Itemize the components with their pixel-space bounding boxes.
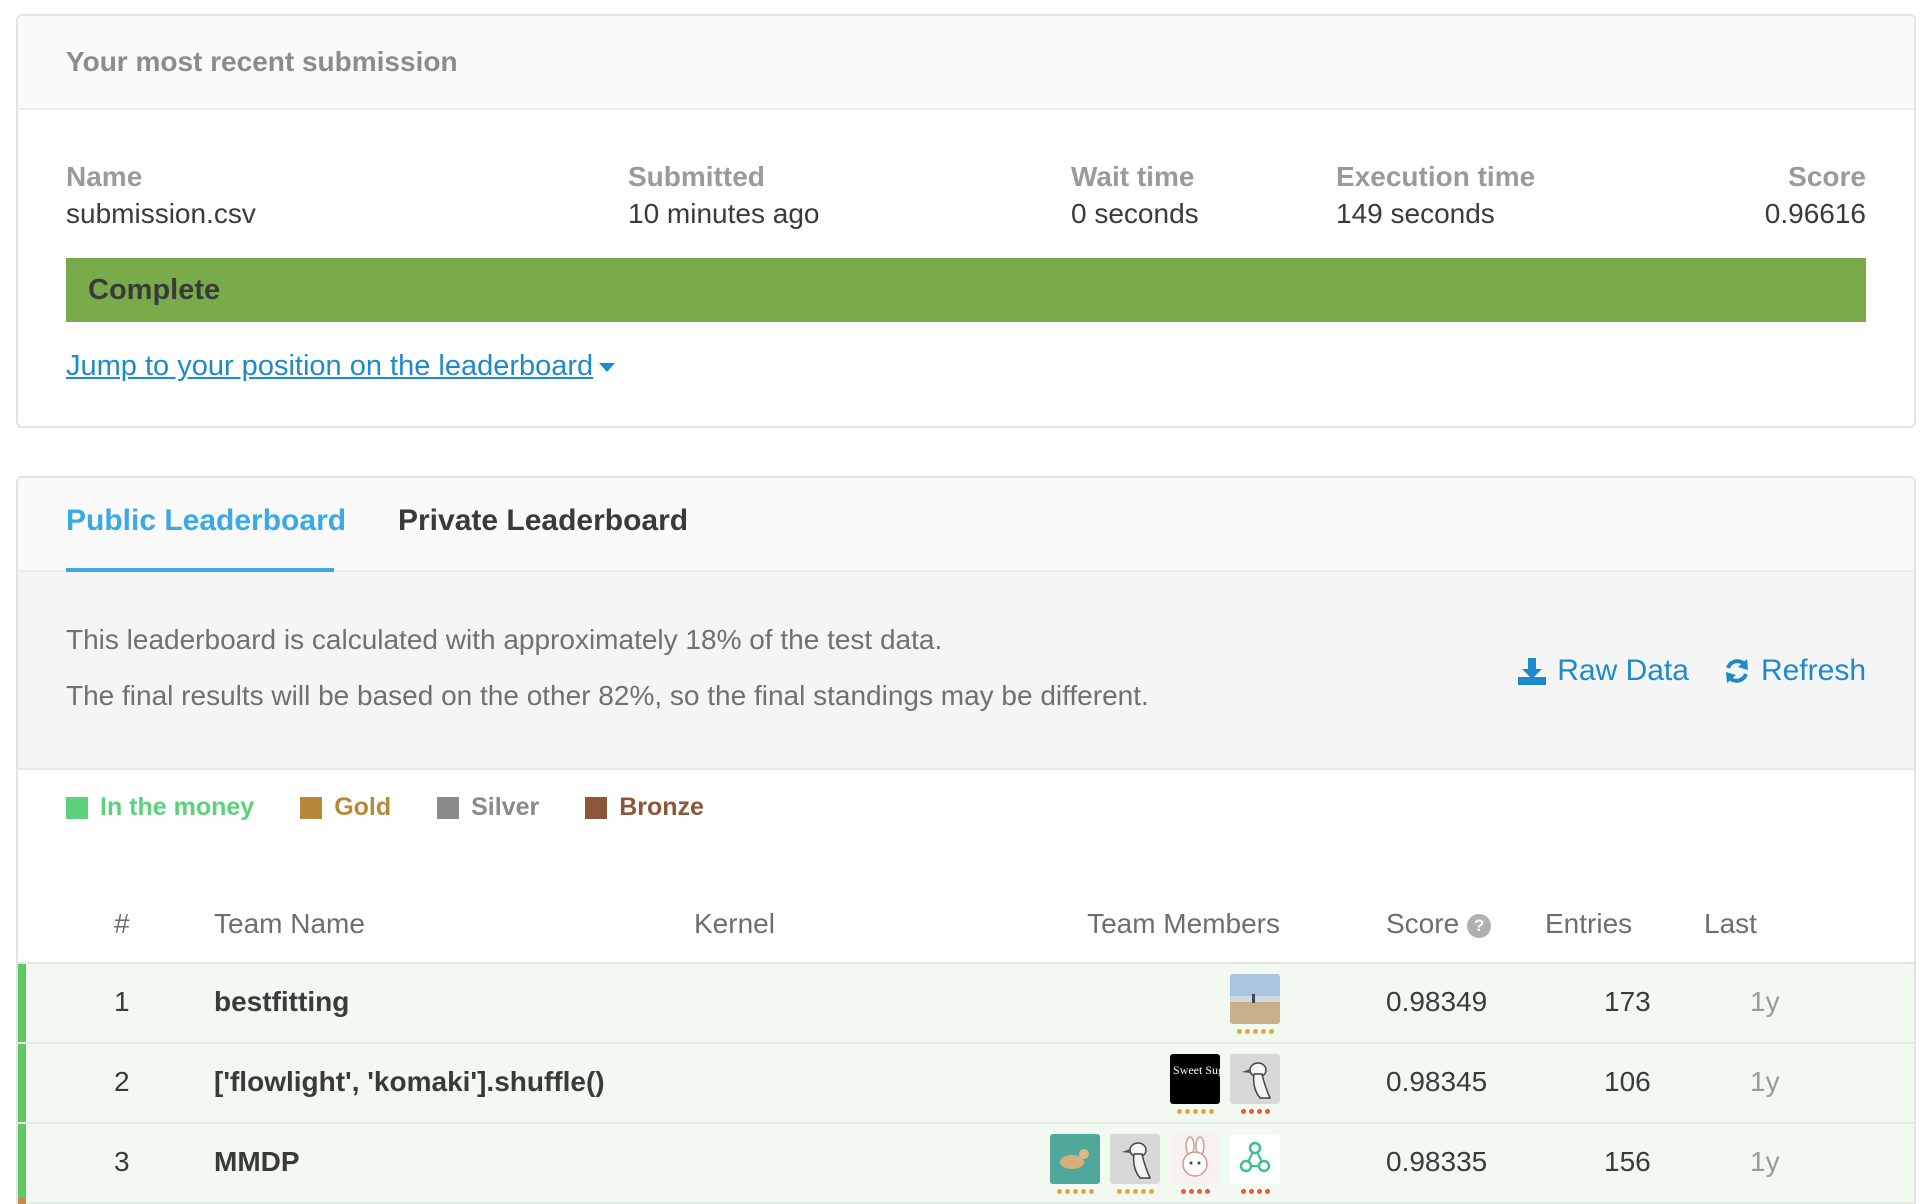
legend-gold: Gold <box>300 793 391 822</box>
team-member-avatar[interactable] <box>1230 1134 1280 1194</box>
help-icon[interactable]: ? <box>1467 913 1492 938</box>
legend-swatch <box>300 796 323 819</box>
row-last: 1y <box>1750 1066 1780 1097</box>
row-last: 1y <box>1750 986 1780 1017</box>
legend-bronze: Bronze <box>585 793 704 822</box>
table-header: # Team Name Kernel Team Members Score? E… <box>18 886 1914 964</box>
beach-photo-avatar <box>1230 974 1280 1024</box>
submission-card: Your most recent submission Name submiss… <box>16 14 1916 428</box>
header-team-members: Team Members <box>1087 908 1280 939</box>
table-row: 3 MMDP 0.98335 156 1y <box>18 1124 1914 1204</box>
row-team-members: Sweet Sugar <box>1170 1054 1280 1114</box>
row-last: 1y <box>1750 1146 1780 1177</box>
submission-header: Your most recent submission <box>18 16 1914 110</box>
row-entries: 106 <box>1604 1066 1651 1097</box>
row-score: 0.98349 <box>1386 986 1488 1017</box>
row-score: 0.98335 <box>1386 1146 1488 1177</box>
status-label: Complete <box>88 273 221 306</box>
bunny-drawing-avatar <box>1170 1134 1220 1184</box>
header-team-name[interactable]: Team Name <box>214 908 365 940</box>
row-team-name[interactable]: bestfitting <box>214 986 349 1018</box>
download-icon <box>1518 658 1547 685</box>
header-score[interactable]: Score? <box>1386 908 1492 940</box>
legend-swatch <box>437 796 460 819</box>
submission-details: Name submission.csv Submitted 10 minutes… <box>18 110 1914 230</box>
leaderboard-notice: This leaderboard is calculated with appr… <box>18 572 1914 770</box>
refresh-icon <box>1725 659 1748 683</box>
status-bar: Complete <box>66 258 1866 322</box>
header-kernel: Kernel <box>694 908 775 939</box>
header-rank: # <box>114 908 130 939</box>
tier-dots <box>1176 1109 1214 1114</box>
row-team-name[interactable]: MMDP <box>214 1146 300 1178</box>
in-the-money-stripe <box>18 964 26 1042</box>
submission-submitted: Submitted 10 minutes ago <box>628 161 820 229</box>
submission-title: Your most recent submission <box>66 46 458 77</box>
submission-wait-time: Wait time 0 seconds <box>1071 161 1199 229</box>
row-entries: 156 <box>1604 1146 1651 1177</box>
gold-stripe <box>18 1198 26 1204</box>
team-member-avatar[interactable] <box>1230 1054 1280 1114</box>
row-rank: 3 <box>114 1146 130 1177</box>
jump-to-position-link[interactable]: Jump to your position on the leaderboard <box>66 350 616 383</box>
row-rank: 2 <box>114 1066 130 1097</box>
legend-swatch <box>585 796 608 819</box>
team-member-avatar[interactable] <box>1230 974 1280 1034</box>
refresh-button[interactable]: Refresh <box>1723 654 1866 688</box>
team-member-avatar[interactable] <box>1110 1134 1160 1194</box>
sweet-sugar-logo-avatar: Sweet Sugar <box>1170 1054 1220 1104</box>
submission-name: Name submission.csv <box>66 161 256 229</box>
tab-private-leaderboard[interactable]: Private Leaderboard <box>398 504 688 538</box>
legend-in-the-money: In the money <box>66 793 254 822</box>
submission-score: Score 0.96616 <box>1764 161 1866 229</box>
table-row: 2 ['flowlight', 'komaki'].shuffle() Swee… <box>18 1044 1914 1124</box>
team-member-avatar[interactable] <box>1050 1134 1100 1194</box>
swimmer-photo-avatar <box>1050 1134 1100 1184</box>
header-entries[interactable]: Entries <box>1545 908 1632 940</box>
caret-down-icon <box>599 363 616 372</box>
row-team-members <box>1050 1134 1280 1194</box>
goose-sketch-avatar <box>1110 1134 1160 1184</box>
molecule-icon <box>1230 1134 1280 1184</box>
raw-data-button[interactable]: Raw Data <box>1517 654 1689 688</box>
row-team-name[interactable]: ['flowlight', 'komaki'].shuffle() <box>214 1066 605 1098</box>
in-the-money-stripe <box>18 1044 26 1122</box>
tier-dots <box>1056 1189 1094 1194</box>
tier-dots <box>1240 1189 1270 1194</box>
medal-legend: In the money Gold Silver Bronze <box>66 793 704 822</box>
legend-silver: Silver <box>437 793 539 822</box>
row-team-members <box>1230 974 1280 1034</box>
tab-public-leaderboard[interactable]: Public Leaderboard <box>66 504 346 538</box>
leaderboard-tabs: Public Leaderboard Private Leaderboard <box>18 478 1914 572</box>
leaderboard-card: Public Leaderboard Private Leaderboard T… <box>16 476 1916 1204</box>
header-last[interactable]: Last <box>1704 908 1757 940</box>
row-rank: 1 <box>114 986 130 1017</box>
in-the-money-stripe <box>18 1124 26 1202</box>
tier-dots <box>1116 1189 1154 1194</box>
team-member-avatar[interactable] <box>1170 1134 1220 1194</box>
row-score: 0.98345 <box>1386 1066 1488 1097</box>
tier-dots <box>1236 1029 1274 1034</box>
tier-dots <box>1180 1189 1210 1194</box>
row-entries: 173 <box>1604 986 1651 1017</box>
notice-line-2: The final results will be based on the o… <box>66 680 1149 711</box>
submission-execution-time: Execution time 149 seconds <box>1336 161 1536 229</box>
table-row: 1 bestfitting 0.98349 173 1y <box>18 964 1914 1044</box>
legend-swatch <box>66 796 88 819</box>
tier-dots <box>1240 1109 1270 1114</box>
team-member-avatar[interactable]: Sweet Sugar <box>1170 1054 1220 1114</box>
svg-text:Sweet Sugar: Sweet Sugar <box>1173 1063 1220 1077</box>
notice-line-1: This leaderboard is calculated with appr… <box>66 624 943 655</box>
notice-actions: Raw Data Refresh <box>1517 654 1866 688</box>
goose-sketch-avatar <box>1230 1054 1280 1104</box>
